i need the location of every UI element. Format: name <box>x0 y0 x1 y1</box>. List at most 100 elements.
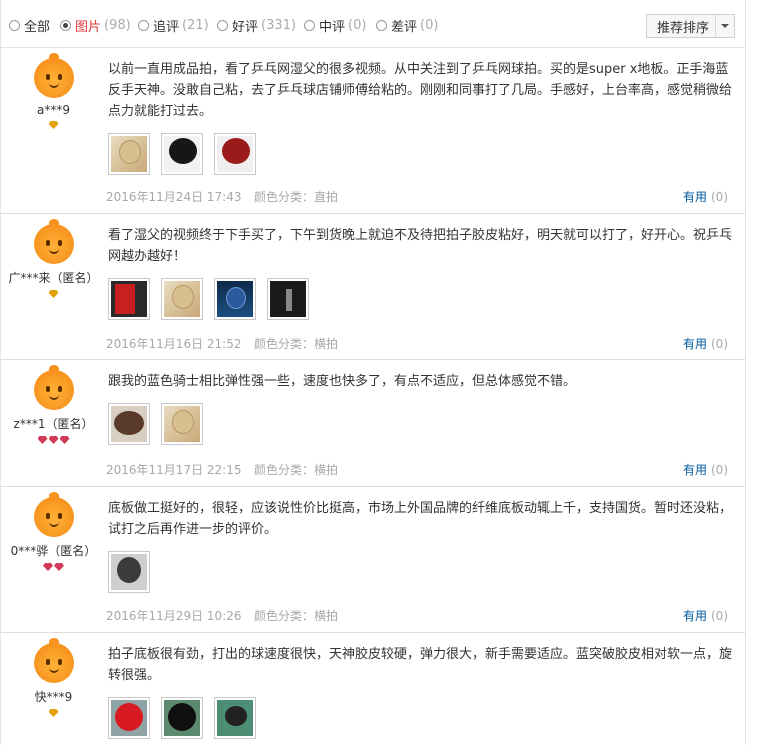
review-image[interactable] <box>108 551 150 593</box>
review-image[interactable] <box>108 133 150 175</box>
review-text: 以前一直用成品拍，看了乒乓网湿父的很多视频。从中关注到了乒乓网球拍。买的是sup… <box>108 62 733 119</box>
useful-button[interactable]: 有用 (0) <box>683 461 728 478</box>
review-images <box>108 551 733 593</box>
radio-icon[interactable] <box>138 19 149 31</box>
radio-icon[interactable] <box>60 19 71 31</box>
reviewer-name: 快***9 <box>34 690 73 704</box>
reviewer: 广***来（匿名） <box>1 219 106 300</box>
review-item: a***9 以前一直用成品拍，看了乒乓网湿父的很多视频。从中关注到了乒乓网球拍。… <box>1 48 745 214</box>
radio-icon[interactable] <box>304 19 315 31</box>
review-images <box>108 133 733 175</box>
chevron-down-icon[interactable] <box>715 15 734 37</box>
filter-images[interactable]: 图片 (98) <box>60 17 131 35</box>
filter-label: 差评 <box>391 19 418 35</box>
filter-count: (331) <box>261 17 296 33</box>
review-list: a***9 以前一直用成品拍，看了乒乓网湿父的很多视频。从中关注到了乒乓网球拍。… <box>0 48 746 745</box>
diamond-icon <box>37 436 48 444</box>
review-text: 跟我的蓝色骑士相比弹性强一些，速度也快多了，有点不适应，但总体感觉不错。 <box>108 374 577 389</box>
filter-count: (0) <box>348 17 367 33</box>
review-content: 以前一直用成品拍，看了乒乓网湿父的很多视频。从中关注到了乒乓网球拍。买的是sup… <box>108 59 733 175</box>
review-image[interactable] <box>161 403 203 445</box>
avatar[interactable] <box>33 492 74 537</box>
useful-button[interactable]: 有用 (0) <box>683 335 728 352</box>
diamond-icon <box>59 436 70 444</box>
reviewer: a***9 <box>1 53 106 131</box>
review-content: 看了湿父的视频终于下手买了，下午到货晚上就迫不及待把拍子胶皮粘好，明天就可以打了… <box>108 225 733 320</box>
review-images <box>108 278 733 320</box>
review-image[interactable] <box>267 278 309 320</box>
review-item: 快***9 拍子底板很有劲，打出的球速度很快，天神胶皮较硬，弹力很大，新手需要适… <box>1 633 745 745</box>
filter-label: 追评 <box>153 19 180 35</box>
sort-label: 推荐排序 <box>657 20 710 36</box>
filter-label: 中评 <box>319 19 346 35</box>
useful-button[interactable]: 有用 (0) <box>683 607 728 624</box>
avatar[interactable] <box>33 53 74 98</box>
filter-all[interactable]: 全部 <box>9 17 51 35</box>
diamond-icon <box>48 121 59 129</box>
review-images <box>108 697 733 739</box>
filter-count: (0) <box>420 17 439 33</box>
review-date: 2016年11月16日 21:52 <box>106 337 242 351</box>
reviewer: z***1（匿名） <box>1 365 106 446</box>
diamond-icon <box>48 436 59 444</box>
filter-neutral[interactable]: 中评 (0) <box>304 17 367 35</box>
review-image[interactable] <box>108 403 150 445</box>
reviewer-name: 0***骅（匿名） <box>10 544 97 558</box>
radio-icon[interactable] <box>376 19 387 31</box>
review-text: 拍子底板很有劲，打出的球速度很快，天神胶皮较硬，弹力很大，新手需要适应。蓝突破胶… <box>108 647 733 683</box>
radio-icon[interactable] <box>217 19 228 31</box>
filter-negative[interactable]: 差评 (0) <box>376 17 439 35</box>
filter-count: (98) <box>104 17 131 33</box>
review-date: 2016年11月24日 17:43 <box>106 190 242 204</box>
member-level-badges <box>1 563 106 573</box>
review-image[interactable] <box>214 278 256 320</box>
filter-count: (21) <box>182 17 209 33</box>
review-text: 看了湿父的视频终于下手买了，下午到货晚上就迫不及待把拍子胶皮粘好，明天就可以打了… <box>108 228 733 264</box>
color-category: 颜色分类：横拍 <box>254 609 339 623</box>
review-image[interactable] <box>108 697 150 739</box>
review-item: z***1（匿名） 跟我的蓝色骑士相比弹性强一些，速度也快多了，有点不适应，但总… <box>1 360 745 487</box>
review-date: 2016年11月17日 22:15 <box>106 463 242 477</box>
useful-button[interactable]: 有用 (0) <box>683 188 728 205</box>
color-category: 颜色分类：横拍 <box>254 337 339 351</box>
radio-icon[interactable] <box>9 19 20 31</box>
review-image[interactable] <box>108 278 150 320</box>
reviewer: 0***骅（匿名） <box>1 492 106 573</box>
reviewer-name: z***1（匿名） <box>13 417 94 431</box>
filter-label: 全部 <box>24 19 51 35</box>
member-level-badges <box>1 121 106 131</box>
member-level-badges <box>1 290 106 300</box>
review-item: 广***来（匿名） 看了湿父的视频终于下手买了，下午到货晚上就迫不及待把拍子胶皮… <box>1 214 745 360</box>
member-level-badges <box>1 709 106 719</box>
review-image[interactable] <box>214 133 256 175</box>
diamond-icon <box>48 290 59 298</box>
review-images <box>108 403 733 445</box>
diamond-icon <box>43 563 53 571</box>
avatar[interactable] <box>33 219 74 264</box>
review-date: 2016年11月29日 10:26 <box>106 609 242 623</box>
review-image[interactable] <box>161 697 203 739</box>
member-level-badges <box>1 436 106 446</box>
color-category: 颜色分类：横拍 <box>254 463 339 477</box>
diamond-icon <box>54 563 64 571</box>
color-category: 颜色分类：直拍 <box>254 190 339 204</box>
avatar[interactable] <box>33 365 74 410</box>
filter-label: 图片 <box>75 19 102 35</box>
review-image[interactable] <box>214 697 256 739</box>
avatar[interactable] <box>33 638 74 683</box>
filter-label: 好评 <box>232 19 259 35</box>
review-image[interactable] <box>161 278 203 320</box>
reviewer-name: a***9 <box>37 103 70 117</box>
sort-dropdown[interactable]: 推荐排序 <box>646 14 735 38</box>
filter-positive[interactable]: 好评 (331) <box>217 17 296 35</box>
review-text: 底板做工挺好的，很轻，应该说性价比挺高，市场上外国品牌的纤维底板动辄上千，支持国… <box>108 501 733 537</box>
reviewer: 快***9 <box>1 638 106 719</box>
review-image[interactable] <box>161 133 203 175</box>
filter-followup[interactable]: 追评 (21) <box>138 17 209 35</box>
review-item: 0***骅（匿名） 底板做工挺好的，很轻，应该说性价比挺高，市场上外国品牌的纤维… <box>1 487 745 633</box>
review-content: 拍子底板很有劲，打出的球速度很快，天神胶皮较硬，弹力很大，新手需要适应。蓝突破胶… <box>108 644 733 739</box>
review-filter-bar: 全部 图片 (98) 追评 (21) 好评 (331) 中评 (0) 差评 (0… <box>0 0 746 48</box>
diamond-icon <box>48 709 59 717</box>
review-content: 跟我的蓝色骑士相比弹性强一些，速度也快多了，有点不适应，但总体感觉不错。 <box>108 371 733 445</box>
reviewer-name: 广***来（匿名） <box>8 271 99 285</box>
